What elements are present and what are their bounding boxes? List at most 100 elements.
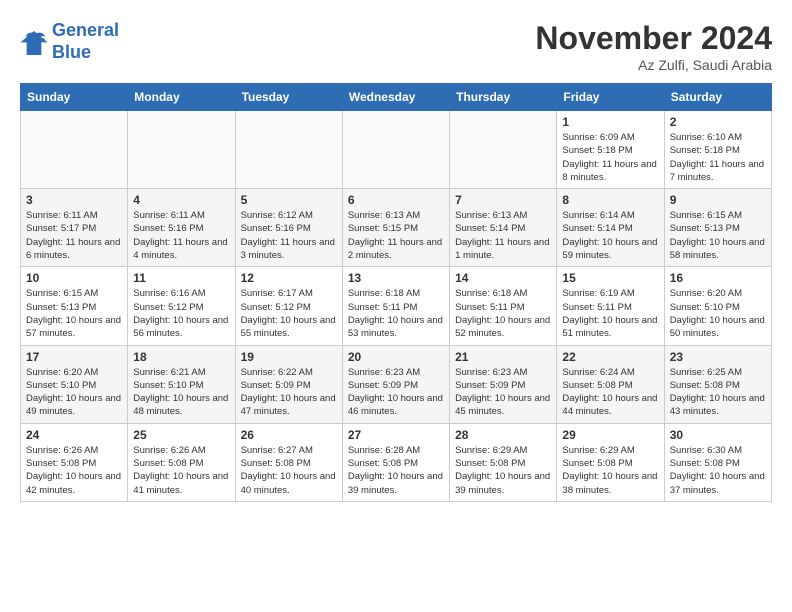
day-number: 7 [455, 193, 551, 207]
day-number: 9 [670, 193, 766, 207]
calendar-cell: 22Sunrise: 6:24 AM Sunset: 5:08 PM Dayli… [557, 345, 664, 423]
calendar-week-5: 24 Sunrise: 6:26 AM Sunset: 5:08 PM Dayli… [21, 423, 772, 501]
calendar-week-3: 10 Sunrise: 6:15 AM Sunset: 5:13 PM Dayli… [21, 267, 772, 345]
day-info: Sunrise: 6:21 AM Sunset: 5:10 PM Dayligh… [133, 366, 229, 419]
day-number: 24 [26, 428, 122, 442]
calendar-cell: 2 Sunrise: 6:10 AM Sunset: 5:18 PM Daylig… [664, 111, 771, 189]
calendar-cell: 1Sunrise: 6:09 AM Sunset: 5:18 PM Daylig… [557, 111, 664, 189]
day-info: Sunrise: 6:22 AM Sunset: 5:09 PM Dayligh… [241, 366, 337, 419]
calendar-cell: 26Sunrise: 6:27 AM Sunset: 5:08 PM Dayli… [235, 423, 342, 501]
day-info: Sunrise: 6:29 AM Sunset: 5:08 PM Dayligh… [455, 444, 551, 497]
calendar-cell: 11 Sunrise: 6:16 AM Sunset: 5:12 PM Dayli… [128, 267, 235, 345]
day-number: 1 [562, 115, 658, 129]
calendar-week-1: 1Sunrise: 6:09 AM Sunset: 5:18 PM Daylig… [21, 111, 772, 189]
logo: General Blue [20, 20, 119, 63]
day-info: Sunrise: 6:10 AM Sunset: 5:18 PM Dayligh… [670, 131, 766, 184]
day-number: 5 [241, 193, 337, 207]
calendar-cell: 19 Sunrise: 6:22 AM Sunset: 5:09 PM Dayli… [235, 345, 342, 423]
calendar-cell: 14Sunrise: 6:18 AM Sunset: 5:11 PM Dayli… [450, 267, 557, 345]
day-info: Sunrise: 6:18 AM Sunset: 5:11 PM Dayligh… [348, 287, 444, 340]
day-number: 8 [562, 193, 658, 207]
weekday-header-tuesday: Tuesday [235, 84, 342, 111]
day-number: 17 [26, 350, 122, 364]
day-info: Sunrise: 6:26 AM Sunset: 5:08 PM Dayligh… [133, 444, 229, 497]
calendar-cell: 5 Sunrise: 6:12 AM Sunset: 5:16 PM Daylig… [235, 189, 342, 267]
calendar-cell: 7 Sunrise: 6:13 AM Sunset: 5:14 PM Daylig… [450, 189, 557, 267]
day-number: 12 [241, 271, 337, 285]
day-info: Sunrise: 6:24 AM Sunset: 5:08 PM Dayligh… [562, 366, 658, 419]
weekday-header-wednesday: Wednesday [342, 84, 449, 111]
day-info: Sunrise: 6:17 AM Sunset: 5:12 PM Dayligh… [241, 287, 337, 340]
day-number: 16 [670, 271, 766, 285]
calendar-cell [235, 111, 342, 189]
title-block: November 2024 Az Zulfi, Saudi Arabia [535, 20, 772, 73]
calendar-cell: 16 Sunrise: 6:20 AM Sunset: 5:10 PM Dayli… [664, 267, 771, 345]
calendar-cell: 30 Sunrise: 6:30 AM Sunset: 5:08 PM Dayli… [664, 423, 771, 501]
calendar-header: SundayMondayTuesdayWednesdayThursdayFrid… [21, 84, 772, 111]
page-header: General Blue November 2024 Az Zulfi, Sau… [20, 20, 772, 73]
day-info: Sunrise: 6:15 AM Sunset: 5:13 PM Dayligh… [26, 287, 122, 340]
day-info: Sunrise: 6:28 AM Sunset: 5:08 PM Dayligh… [348, 444, 444, 497]
weekday-header-friday: Friday [557, 84, 664, 111]
calendar-table: SundayMondayTuesdayWednesdayThursdayFrid… [20, 83, 772, 502]
day-info: Sunrise: 6:30 AM Sunset: 5:08 PM Dayligh… [670, 444, 766, 497]
calendar-cell [342, 111, 449, 189]
day-info: Sunrise: 6:13 AM Sunset: 5:14 PM Dayligh… [455, 209, 551, 262]
day-number: 29 [562, 428, 658, 442]
day-number: 10 [26, 271, 122, 285]
weekday-header-thursday: Thursday [450, 84, 557, 111]
day-number: 30 [670, 428, 766, 442]
day-info: Sunrise: 6:19 AM Sunset: 5:11 PM Dayligh… [562, 287, 658, 340]
logo-line1: General [52, 20, 119, 42]
day-number: 14 [455, 271, 551, 285]
day-number: 11 [133, 271, 229, 285]
day-number: 3 [26, 193, 122, 207]
day-number: 27 [348, 428, 444, 442]
weekday-header-monday: Monday [128, 84, 235, 111]
calendar-cell: 20Sunrise: 6:23 AM Sunset: 5:09 PM Dayli… [342, 345, 449, 423]
calendar-cell: 17Sunrise: 6:20 AM Sunset: 5:10 PM Dayli… [21, 345, 128, 423]
day-number: 15 [562, 271, 658, 285]
day-info: Sunrise: 6:20 AM Sunset: 5:10 PM Dayligh… [670, 287, 766, 340]
day-number: 13 [348, 271, 444, 285]
calendar-cell: 28 Sunrise: 6:29 AM Sunset: 5:08 PM Dayli… [450, 423, 557, 501]
calendar-cell: 15 Sunrise: 6:19 AM Sunset: 5:11 PM Dayli… [557, 267, 664, 345]
calendar-cell: 13 Sunrise: 6:18 AM Sunset: 5:11 PM Dayli… [342, 267, 449, 345]
calendar-week-2: 3 Sunrise: 6:11 AM Sunset: 5:17 PM Daylig… [21, 189, 772, 267]
calendar-cell: 3 Sunrise: 6:11 AM Sunset: 5:17 PM Daylig… [21, 189, 128, 267]
day-number: 19 [241, 350, 337, 364]
day-number: 4 [133, 193, 229, 207]
day-info: Sunrise: 6:23 AM Sunset: 5:09 PM Dayligh… [348, 366, 444, 419]
day-info: Sunrise: 6:11 AM Sunset: 5:17 PM Dayligh… [26, 209, 122, 262]
calendar-cell: 4Sunrise: 6:11 AM Sunset: 5:16 PM Daylig… [128, 189, 235, 267]
day-info: Sunrise: 6:29 AM Sunset: 5:08 PM Dayligh… [562, 444, 658, 497]
calendar-cell: 25Sunrise: 6:26 AM Sunset: 5:08 PM Dayli… [128, 423, 235, 501]
calendar-cell: 29 Sunrise: 6:29 AM Sunset: 5:08 PM Dayli… [557, 423, 664, 501]
day-number: 28 [455, 428, 551, 442]
calendar-cell: 12 Sunrise: 6:17 AM Sunset: 5:12 PM Dayli… [235, 267, 342, 345]
calendar-cell: 10 Sunrise: 6:15 AM Sunset: 5:13 PM Dayli… [21, 267, 128, 345]
day-number: 21 [455, 350, 551, 364]
day-number: 2 [670, 115, 766, 129]
calendar-cell [450, 111, 557, 189]
calendar-body: 1Sunrise: 6:09 AM Sunset: 5:18 PM Daylig… [21, 111, 772, 502]
day-info: Sunrise: 6:14 AM Sunset: 5:14 PM Dayligh… [562, 209, 658, 262]
calendar-cell: 18 Sunrise: 6:21 AM Sunset: 5:10 PM Dayli… [128, 345, 235, 423]
calendar-cell: 9 Sunrise: 6:15 AM Sunset: 5:13 PM Daylig… [664, 189, 771, 267]
calendar-cell: 24Sunrise: 6:26 AM Sunset: 5:08 PM Dayli… [21, 423, 128, 501]
calendar-cell: 6 Sunrise: 6:13 AM Sunset: 5:15 PM Daylig… [342, 189, 449, 267]
month-title: November 2024 [535, 20, 772, 57]
calendar-cell: 21Sunrise: 6:23 AM Sunset: 5:09 PM Dayli… [450, 345, 557, 423]
day-info: Sunrise: 6:15 AM Sunset: 5:13 PM Dayligh… [670, 209, 766, 262]
day-info: Sunrise: 6:16 AM Sunset: 5:12 PM Dayligh… [133, 287, 229, 340]
logo-line2: Blue [52, 42, 119, 64]
day-number: 23 [670, 350, 766, 364]
day-info: Sunrise: 6:13 AM Sunset: 5:15 PM Dayligh… [348, 209, 444, 262]
day-info: Sunrise: 6:12 AM Sunset: 5:16 PM Dayligh… [241, 209, 337, 262]
day-number: 18 [133, 350, 229, 364]
day-info: Sunrise: 6:25 AM Sunset: 5:08 PM Dayligh… [670, 366, 766, 419]
calendar-cell: 8 Sunrise: 6:14 AM Sunset: 5:14 PM Daylig… [557, 189, 664, 267]
weekday-header-row: SundayMondayTuesdayWednesdayThursdayFrid… [21, 84, 772, 111]
day-number: 6 [348, 193, 444, 207]
calendar-cell: 23 Sunrise: 6:25 AM Sunset: 5:08 PM Dayli… [664, 345, 771, 423]
